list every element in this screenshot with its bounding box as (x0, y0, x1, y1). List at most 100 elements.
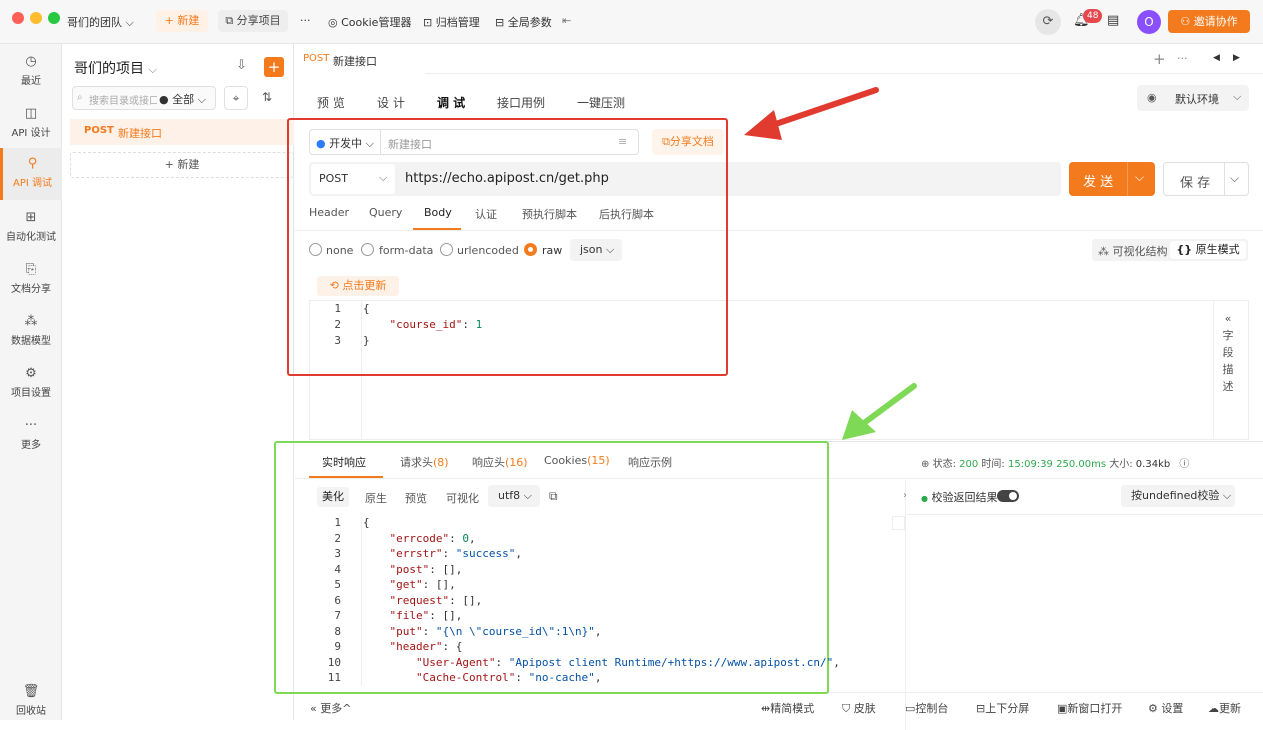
left-nav: ◷ 最近 ◫ API 设计 ⚲ API 调试 ⊞ 自动化测试 ⎘ 文档分享 ⁂ 数据模型 ⚙… (0, 44, 62, 720)
add-tab-icon[interactable]: + (1153, 50, 1166, 68)
tree-new-button[interactable]: + 新建 (70, 152, 294, 178)
line-number: 2 (334, 531, 341, 545)
skin-button[interactable]: ⛉ 皮肤 (842, 700, 876, 716)
status-label: 状态: (932, 459, 956, 470)
time-label: 时间: (981, 459, 1005, 470)
locate-icon[interactable]: ⌖ (224, 86, 248, 110)
validate-select[interactable]: 按undefined校验 ⌵ (1121, 485, 1235, 507)
line-number: 1 (334, 516, 341, 529)
global-params-button[interactable]: ⊟ 全局参数 (495, 14, 552, 30)
minimize-window-button[interactable] (30, 12, 42, 24)
team-name: 哥们的团队 (67, 16, 122, 29)
settings-button[interactable]: ⚙ 设置 (1148, 700, 1183, 716)
sort-icon[interactable]: ⇅ (262, 90, 272, 104)
validate-toggle[interactable] (997, 490, 1019, 502)
line-number: 6 (334, 593, 341, 607)
subtab-debug[interactable]: 调 试 (437, 94, 465, 111)
json-key: "errcode" (389, 531, 450, 545)
console-icon: ▭ (905, 702, 916, 715)
visual-mode-button[interactable]: ⁂ 可视化结构 (1098, 243, 1168, 259)
new-window-button[interactable]: ▣新窗口打开 (1057, 700, 1122, 716)
search-box: ⌕ 搜索目录或接口 ● 全部 ⌵ (72, 86, 216, 110)
line-number: 8 (334, 624, 341, 638)
compact-icon: ⇹ (761, 702, 771, 715)
nav-item-more[interactable]: ··· 更多 (0, 410, 62, 462)
new-button[interactable]: + 新建 (156, 10, 208, 32)
more-toggle[interactable]: « 更多^ (310, 700, 351, 716)
avatar[interactable]: O (1137, 10, 1161, 34)
subtab-test-cases[interactable]: 接口用例 (497, 94, 545, 111)
nav-item-project-settings[interactable]: ⚙ 项目设置 (0, 358, 62, 410)
send-button[interactable]: 发 送 ⌵ (1069, 162, 1155, 196)
split-screen-button[interactable]: ⊟上下分屏 (976, 700, 1029, 716)
size-value: 0.34kb (1135, 459, 1171, 470)
import-icon[interactable]: ⇩ (236, 58, 247, 73)
tab-next-icon[interactable]: ▶ (1233, 53, 1240, 63)
double-chevron-left-icon: « (310, 702, 317, 715)
line-number: 10 (327, 655, 341, 669)
code-line: "put": "{\n \"course_id\":1\n}", (389, 624, 602, 638)
tree-item-new-api[interactable]: POST 新建接口 (70, 119, 294, 145)
new-window-icon: ▣ (1057, 702, 1068, 715)
simple-mode-button[interactable]: ⇹精简模式 (761, 700, 814, 716)
field-desc-char: 描 (1222, 363, 1234, 376)
invite-button[interactable]: ⚇ 邀请协作 (1168, 10, 1250, 33)
notes-icon[interactable]: ▤ (1107, 13, 1119, 28)
subtab-preview[interactable]: 预 览 (317, 94, 345, 111)
chevron-right-icon[interactable]: › (903, 490, 907, 501)
add-icon[interactable]: + (264, 57, 284, 77)
divider (1224, 163, 1225, 195)
scrollbar[interactable] (892, 516, 905, 530)
debug-icon: ⚲ (27, 156, 38, 171)
tab-method: POST (303, 53, 330, 64)
trash-icon: 🗑︎ (22, 684, 40, 699)
team-selector[interactable]: 哥们的团队 ⌵ (67, 14, 134, 30)
share-project-button[interactable]: ⧉ 分享项目 (218, 10, 288, 32)
archive-button[interactable]: ⊡ 归档管理 (423, 14, 480, 30)
search-input[interactable]: 搜索目录或接口 (89, 92, 157, 107)
nav-item-doc-share[interactable]: ⎘ 文档分享 (0, 254, 62, 306)
nav-item-api-design[interactable]: ◫ API 设计 (0, 98, 62, 150)
validate-label: 校验返回结果 (931, 491, 998, 504)
nav-item-api-debug[interactable]: ⚲ API 调试 (0, 148, 62, 200)
info-icon[interactable]: ⓘ (1179, 459, 1189, 470)
line-number: 11 (327, 671, 341, 684)
tab-prev-icon[interactable]: ◀ (1213, 53, 1220, 63)
green-arrow-icon (842, 383, 917, 440)
field-desc-char: 段 (1222, 346, 1234, 359)
doc-share-icon: ⎘ (25, 262, 37, 277)
share-icon: ⧉ (225, 14, 234, 27)
user-add-icon: ⚇ (1180, 15, 1191, 28)
tab-title: 新建接口 (333, 55, 377, 68)
subtab-design[interactable]: 设 计 (377, 94, 405, 111)
project-title[interactable]: 哥们的项目 ⌵ (74, 58, 157, 78)
collapse-menu-icon[interactable]: ⇤ (562, 14, 571, 27)
tab-new-api[interactable]: POST 新建接口 (295, 44, 425, 74)
save-button[interactable]: 保 存 ⌵ (1163, 162, 1249, 196)
more-menu-button[interactable]: ··· (300, 14, 311, 27)
divider (907, 514, 1263, 515)
close-window-button[interactable] (12, 12, 24, 24)
chevron-down-icon[interactable]: ⌵ (1135, 170, 1144, 185)
update-button[interactable]: ☁更新 (1208, 700, 1241, 716)
filter-select[interactable]: ● 全部 ⌵ (159, 91, 206, 107)
cookie-manager-button[interactable]: ◎ Cookie管理器 (328, 14, 411, 30)
field-desc-toggle[interactable]: « 字 段 描 述 (1221, 310, 1235, 395)
tab-more-icon[interactable]: ··· (1177, 52, 1188, 65)
env-select[interactable]: ◉ 默认环境 ⌵ (1137, 85, 1249, 111)
subtab-stress-test[interactable]: 一键压测 (577, 94, 625, 111)
raw-mode-button[interactable]: {} 原生模式 (1170, 241, 1246, 259)
notification-badge: 48 (1083, 9, 1103, 23)
chevron-down-icon[interactable]: ⌵ (1230, 171, 1239, 186)
maximize-window-button[interactable] (48, 12, 60, 24)
nav-item-data-model[interactable]: ⁂ 数据模型 (0, 306, 62, 358)
toggle-knob (1009, 492, 1017, 500)
nav-item-automation[interactable]: ⊞ 自动化测试 (0, 202, 62, 254)
nav-item-trash[interactable]: 🗑︎ 回收站 (0, 676, 62, 728)
code-line: { (363, 516, 370, 529)
sync-icon[interactable]: ⟳ (1035, 9, 1061, 35)
bottom-label: 皮肤 (853, 702, 876, 715)
status-code: 200 (959, 459, 979, 470)
nav-item-recent[interactable]: ◷ 最近 (0, 46, 62, 98)
console-button[interactable]: ▭控制台 (905, 700, 948, 716)
